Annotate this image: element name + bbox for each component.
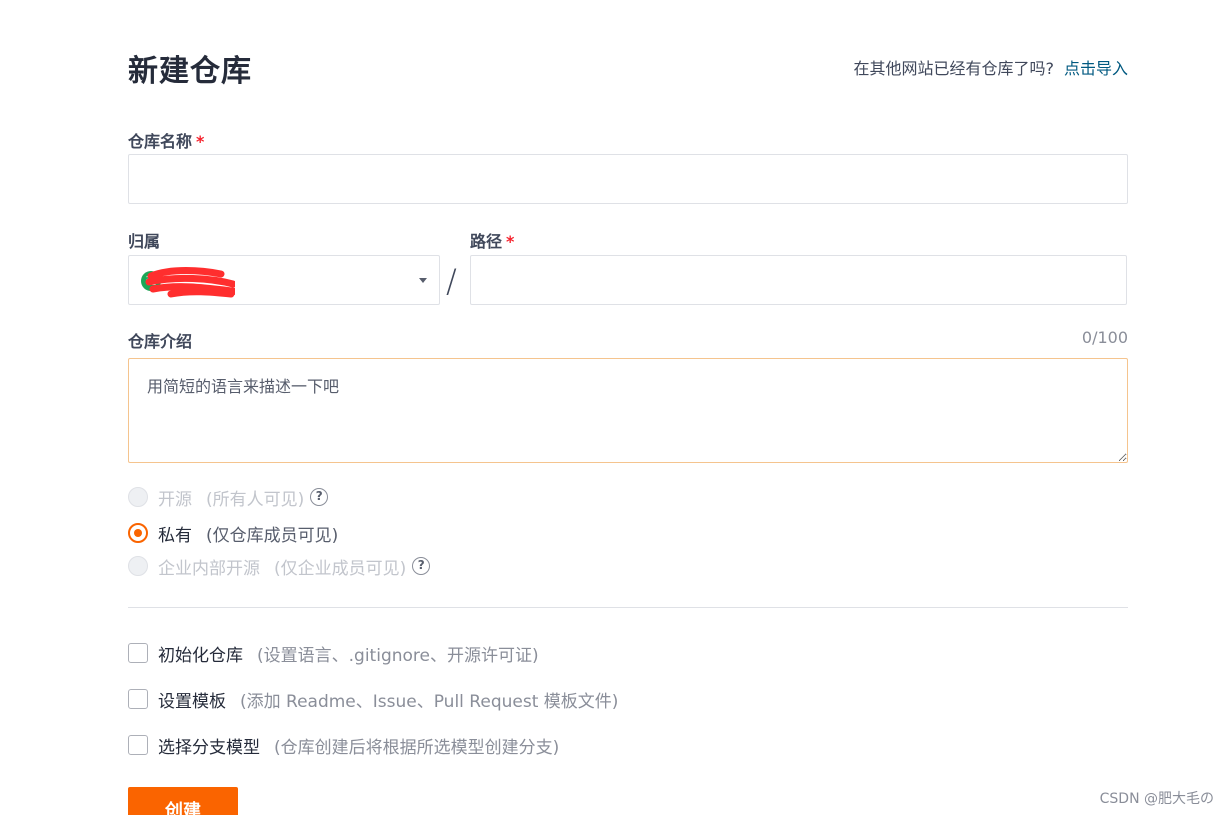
visibility-option-public[interactable]: 开源 (所有人可见) ? <box>128 486 329 510</box>
option-hint: (设置语言、.gitignore、开源许可证) <box>257 645 539 666</box>
repo-name-input[interactable] <box>128 154 1128 204</box>
description-textarea[interactable] <box>128 358 1128 463</box>
option-hint: (添加 Readme、Issue、Pull Request 模板文件) <box>240 691 619 712</box>
help-icon[interactable]: ? <box>412 557 431 575</box>
divider <box>128 607 1128 608</box>
option-label: 初始化仓库 <box>158 645 243 666</box>
owner-select[interactable]: 毛 <box>128 255 440 305</box>
checkbox-init-repo[interactable] <box>128 643 148 663</box>
option-hint: (仅企业成员可见) <box>274 558 407 579</box>
watermark: CSDN @肥大毛の <box>1099 791 1214 807</box>
option-hint: (所有人可见) <box>206 489 305 510</box>
path-label: 路径 * <box>470 228 514 252</box>
radio-public[interactable] <box>128 487 148 507</box>
option-init-repo[interactable]: 初始化仓库 (设置语言、.gitignore、开源许可证) <box>128 642 539 666</box>
create-button[interactable]: 创建 <box>128 787 238 815</box>
owner-label: 归属 <box>128 232 161 251</box>
checkbox-branch-model[interactable] <box>128 735 148 755</box>
import-hint: 在其他网站已经有仓库了吗? 点击导入 <box>853 55 1128 79</box>
checkbox-set-template[interactable] <box>128 689 148 709</box>
import-link[interactable]: 点击导入 <box>1064 59 1128 78</box>
new-repo-page: 新建仓库 在其他网站已经有仓库了吗? 点击导入 仓库名称 * 归属 毛 / 路径 * … <box>0 0 1228 815</box>
option-label: 私有 <box>158 525 192 546</box>
radio-enterprise[interactable] <box>128 556 148 576</box>
char-counter: 0/100 <box>1081 328 1128 347</box>
option-label: 选择分支模型 <box>158 737 260 758</box>
help-icon[interactable]: ? <box>310 488 329 506</box>
option-label: 开源 <box>158 489 192 510</box>
radio-private[interactable] <box>128 523 148 543</box>
repo-name-label: 仓库名称 * <box>128 128 204 152</box>
import-prompt: 在其他网站已经有仓库了吗? <box>853 59 1054 78</box>
path-label-text: 路径 <box>470 232 503 251</box>
option-hint: (仓库创建后将根据所选模型创建分支) <box>274 737 560 758</box>
description-label: 仓库介绍 <box>128 332 193 351</box>
option-label: 企业内部开源 <box>158 558 260 579</box>
option-label: 设置模板 <box>158 691 226 712</box>
required-mark: * <box>196 132 205 151</box>
visibility-option-private[interactable]: 私有 (仅仓库成员可见) <box>128 522 339 546</box>
repo-name-label-text: 仓库名称 <box>128 132 193 151</box>
path-separator: / <box>446 262 457 300</box>
option-branch-model[interactable]: 选择分支模型 (仓库创建后将根据所选模型创建分支) <box>128 734 560 758</box>
redaction-scribble <box>145 267 235 298</box>
chevron-down-icon <box>419 278 427 283</box>
visibility-option-enterprise[interactable]: 企业内部开源 (仅企业成员可见) ? <box>128 555 431 579</box>
option-set-template[interactable]: 设置模板 (添加 Readme、Issue、Pull Request 模板文件) <box>128 688 619 712</box>
option-hint: (仅仓库成员可见) <box>206 525 339 546</box>
path-input[interactable] <box>470 255 1127 305</box>
page-title: 新建仓库 <box>128 54 252 89</box>
required-mark: * <box>506 232 515 251</box>
